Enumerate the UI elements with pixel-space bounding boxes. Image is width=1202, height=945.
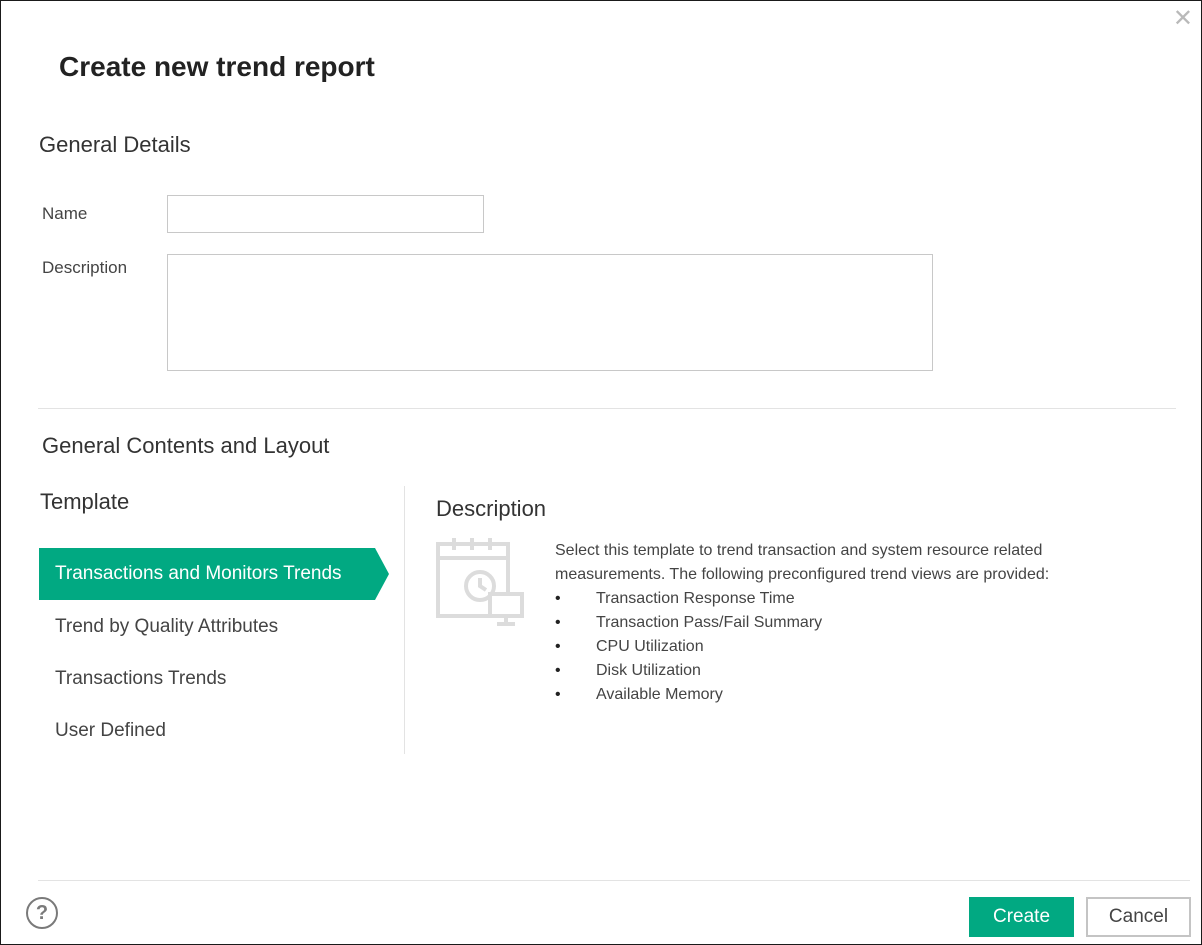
description-textarea[interactable] <box>167 254 933 371</box>
list-item: Disk Utilization <box>555 659 1155 683</box>
name-label: Name <box>42 204 88 223</box>
list-item: Transaction Response Time <box>555 587 1155 611</box>
general-details-heading: General Details <box>39 132 191 157</box>
calendar-monitor-icon <box>436 538 524 626</box>
list-item: Transaction Pass/Fail Summary <box>555 611 1155 635</box>
help-icon[interactable]: ? <box>26 897 58 929</box>
list-item: CPU Utilization <box>555 635 1155 659</box>
description-heading: Description <box>436 496 547 521</box>
vertical-divider <box>404 486 405 754</box>
template-item-transactions-monitors[interactable]: Transactions and Monitors Trends <box>39 548 389 600</box>
contents-layout-heading: General Contents and Layout <box>42 433 330 458</box>
template-item-label: Trend by Quality Attributes <box>55 616 279 637</box>
close-icon[interactable]: ✕ <box>1173 7 1193 31</box>
list-item: Available Memory <box>555 683 1155 707</box>
dialog-title: Create new trend report <box>59 51 375 82</box>
name-input[interactable] <box>167 195 484 233</box>
template-item-transactions-trends[interactable]: Transactions Trends <box>39 653 379 705</box>
template-description-text: Select this template to trend transactio… <box>555 542 1050 583</box>
cancel-button[interactable]: Cancel <box>1086 897 1191 937</box>
template-item-label: User Defined <box>55 720 166 741</box>
description-label: Description <box>42 258 128 277</box>
template-item-label: Transactions and Monitors Trends <box>55 563 342 584</box>
template-description: Select this template to trend transactio… <box>555 539 1155 707</box>
section-divider <box>38 408 1176 409</box>
template-item-quality-attributes[interactable]: Trend by Quality Attributes <box>39 601 379 653</box>
footer-divider <box>38 880 1190 881</box>
create-trend-report-dialog: ✕ Create new trend report General Detail… <box>0 0 1202 945</box>
create-button[interactable]: Create <box>969 897 1074 937</box>
template-item-user-defined[interactable]: User Defined <box>39 705 379 757</box>
template-item-label: Transactions Trends <box>55 668 227 689</box>
template-heading: Template <box>40 489 130 514</box>
trend-views-list: Transaction Response Time Transaction Pa… <box>555 587 1155 707</box>
